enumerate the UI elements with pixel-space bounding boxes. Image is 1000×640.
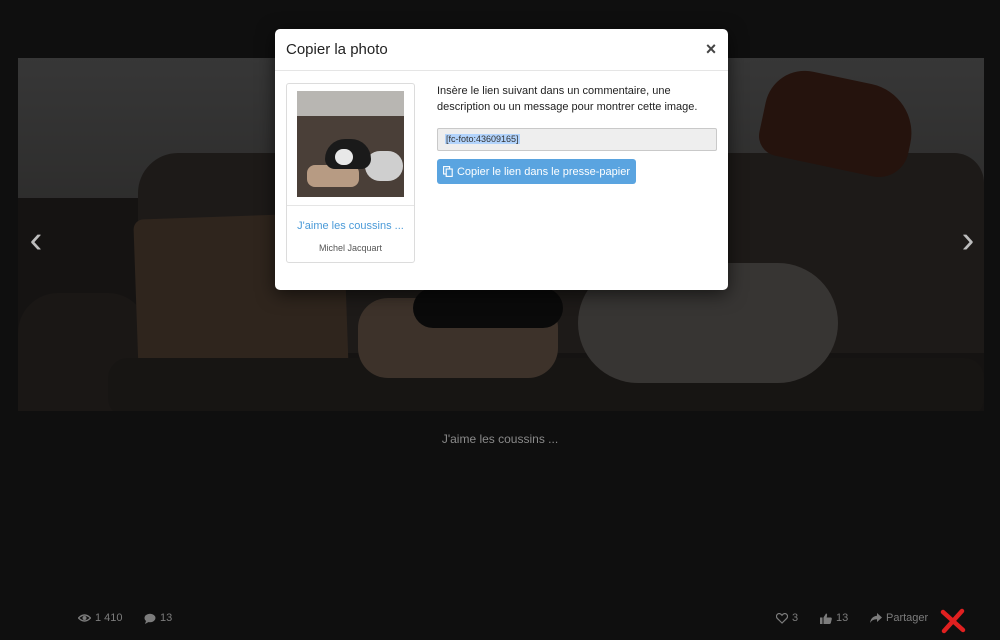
- photo-thumbnail-card[interactable]: J'aime les coussins ... Michel Jacquart: [286, 83, 415, 263]
- close-x-icon[interactable]: [940, 608, 966, 634]
- copy-photo-modal: Copier la photo × J'aime les coussins ..…: [275, 29, 728, 290]
- share-icon: [870, 613, 882, 623]
- instruction-text: Insère le lien suivant dans un commentai…: [437, 85, 698, 113]
- photo-footer: 1 410 13 3 13 Partager: [0, 612, 1000, 630]
- next-photo-arrow-icon[interactable]: ›: [957, 221, 979, 259]
- thumbnail-author: Michel Jacquart: [318, 243, 383, 253]
- share-label: Partager: [886, 612, 929, 624]
- likes-button[interactable]: 3: [776, 612, 798, 624]
- likes-value: 3: [792, 612, 799, 624]
- share-button[interactable]: Partager: [870, 612, 928, 624]
- modal-title: Copier la photo: [286, 41, 388, 58]
- eye-icon: [78, 614, 91, 622]
- views-count: 1 410: [78, 612, 123, 624]
- thumbnail-title-link[interactable]: J'aime les coussins ...: [287, 220, 414, 232]
- comments-value: 13: [160, 612, 173, 624]
- copy-link-button[interactable]: Copier le lien dans le presse-papier: [437, 159, 636, 184]
- heart-icon: [776, 612, 788, 624]
- copy-link-label: Copier le lien dans le presse-papier: [456, 165, 631, 178]
- previous-photo-arrow-icon[interactable]: ‹: [25, 221, 47, 259]
- modal-header: Copier la photo ×: [275, 29, 728, 71]
- thumbs-up-icon: [820, 613, 832, 624]
- copy-icon: [443, 166, 453, 177]
- comment-icon: [144, 613, 156, 624]
- photo-thumbnail[interactable]: [297, 91, 404, 197]
- thumbs-value: 13: [836, 612, 849, 624]
- thumbs-up-button[interactable]: 13: [820, 612, 848, 624]
- views-value: 1 410: [95, 612, 123, 624]
- photo-link-field[interactable]: [437, 128, 717, 151]
- comments-count[interactable]: 13: [144, 612, 172, 624]
- close-icon[interactable]: ×: [703, 39, 719, 59]
- photo-caption: J'aime les coussins ...: [441, 432, 559, 446]
- divider: [287, 205, 414, 206]
